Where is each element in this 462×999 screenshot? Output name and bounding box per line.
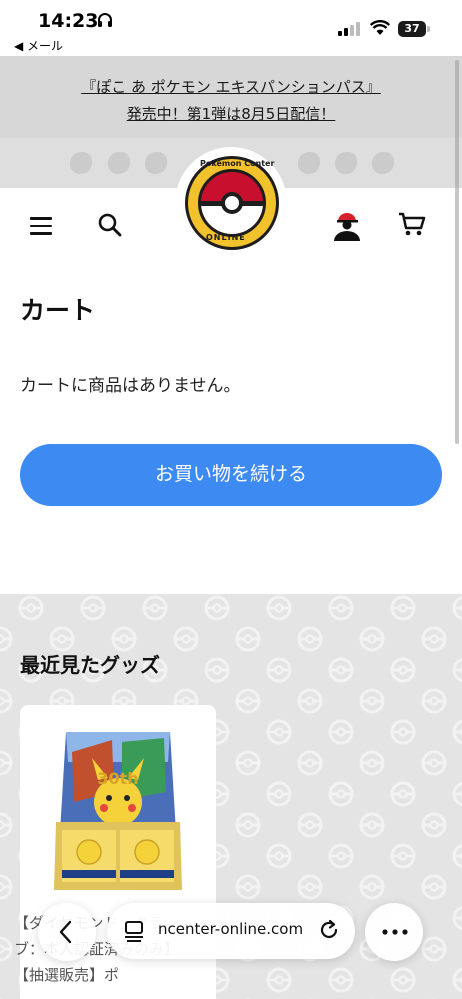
battery-level: 37 bbox=[398, 21, 426, 37]
hamburger-menu-icon[interactable] bbox=[30, 217, 52, 235]
cellular-signal-icon bbox=[338, 22, 360, 36]
url-text[interactable]: ncenter-online.com bbox=[158, 920, 303, 938]
pokeball-icon bbox=[198, 169, 266, 237]
product-image[interactable]: 30th bbox=[52, 722, 184, 892]
chevron-left-icon bbox=[59, 920, 72, 944]
status-bar: 14:23 ◀ メール 37 bbox=[0, 0, 462, 56]
browser-back-button[interactable] bbox=[38, 903, 96, 961]
pokemon-silhouette-icon bbox=[108, 152, 130, 174]
status-time: 14:23 bbox=[38, 10, 99, 32]
svg-text:30th: 30th bbox=[97, 769, 138, 788]
pokemon-silhouette-icon bbox=[298, 152, 320, 174]
pokemon-silhouette-icon bbox=[372, 152, 394, 174]
logo-text-bottom: ONLINE bbox=[206, 233, 246, 242]
headphones-icon bbox=[98, 13, 112, 27]
page-title: カート bbox=[20, 296, 96, 325]
search-icon[interactable] bbox=[97, 212, 123, 238]
recently-viewed-title: 最近見たグッズ bbox=[20, 653, 160, 677]
pokemon-center-logo[interactable]: Pokémon Center ONLINE bbox=[185, 156, 279, 250]
logo-text-top: Pokémon Center bbox=[200, 159, 275, 168]
continue-shopping-button[interactable]: お買い物を続ける bbox=[20, 444, 442, 506]
cart-icon[interactable] bbox=[398, 211, 426, 237]
wifi-icon bbox=[370, 20, 390, 35]
announcement-line-1[interactable]: 『ぽこ あ ポケモン エキスパンションパス』 bbox=[81, 78, 381, 96]
more-options-button[interactable] bbox=[365, 903, 423, 961]
empty-cart-message: カートに商品はありません。 bbox=[20, 376, 241, 396]
pokemon-silhouette-icon bbox=[145, 152, 167, 174]
pokemon-silhouette-icon bbox=[335, 152, 357, 174]
tabs-icon[interactable] bbox=[124, 920, 144, 942]
announcement-line-2[interactable]: 発売中！第1弾は8月5日配信！ bbox=[127, 105, 336, 123]
ellipsis-icon bbox=[382, 929, 408, 935]
address-bar[interactable]: ncenter-online.com bbox=[107, 903, 355, 959]
account-icon[interactable] bbox=[333, 211, 361, 241]
back-to-app-link[interactable]: ◀ メール bbox=[14, 37, 63, 54]
pokemon-silhouette-icon bbox=[70, 152, 92, 174]
announcement-banner[interactable]: 『ぽこ あ ポケモン エキスパンションパス』 発売中！第1弾は8月5日配信！ bbox=[0, 56, 462, 138]
reload-icon[interactable] bbox=[318, 919, 340, 941]
battery-icon: 37 bbox=[398, 21, 430, 37]
page-scrollbar[interactable] bbox=[455, 60, 459, 444]
